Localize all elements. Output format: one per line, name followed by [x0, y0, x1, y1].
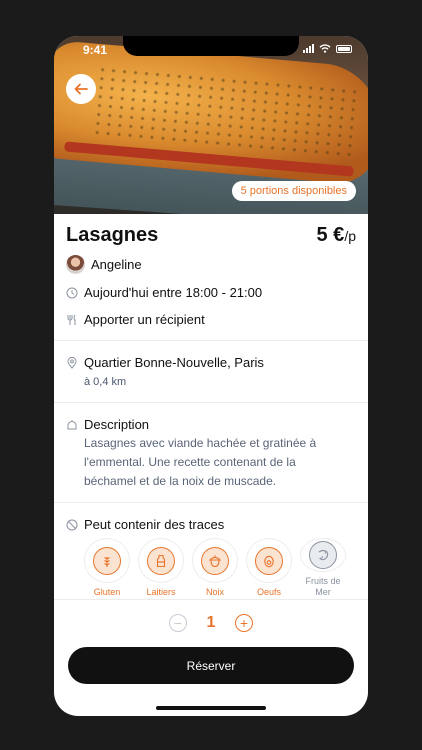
reserve-button[interactable]: Réserver — [68, 647, 354, 684]
allergens-heading-row: Peut contenir des traces — [66, 517, 224, 532]
divider — [54, 502, 368, 503]
price-value: 5 € — [316, 224, 345, 246]
title-row: Lasagnes 5 €/p — [66, 224, 356, 250]
shrimp-icon — [309, 541, 337, 569]
address-row[interactable]: Quartier Bonne-Nouvelle, Paris — [66, 355, 264, 370]
allergen-item: Gluten — [84, 538, 130, 598]
divider — [54, 340, 368, 341]
clock-icon — [66, 287, 78, 299]
dish-cover-icon — [66, 419, 78, 431]
divider — [54, 599, 368, 600]
home-indicator — [156, 706, 266, 710]
prohibited-icon — [66, 519, 78, 531]
allergens-heading: Peut contenir des traces — [84, 517, 225, 532]
allergen-label: Fruits de Mer — [305, 576, 341, 597]
wheat-icon — [93, 546, 121, 575]
wifi-icon — [319, 44, 331, 53]
allergen-list[interactable]: Gluten Laitiers Noix Oeufs Fruits de Mer — [84, 538, 354, 598]
notch — [123, 36, 299, 56]
dish-price: 5 €/p — [317, 224, 357, 247]
quantity-stepper: − 1 + — [169, 613, 253, 633]
status-icons — [303, 44, 352, 53]
battery-icon — [336, 44, 352, 53]
container-row: Apporter un récipient — [66, 312, 205, 327]
signal-icon — [303, 44, 314, 53]
allergen-item: Fruits de Mer — [300, 538, 346, 598]
description-heading: Description — [84, 417, 150, 432]
cook-name: Angeline — [91, 257, 142, 272]
avatar — [66, 255, 85, 274]
milk-icon — [147, 546, 175, 575]
back-button[interactable] — [66, 74, 96, 104]
allergen-label: Laitiers — [146, 587, 176, 597]
quantity-value: 1 — [206, 614, 216, 631]
location-pin-icon — [66, 356, 78, 369]
status-time: 9:41 — [83, 43, 108, 57]
price-unit: /p — [344, 228, 356, 244]
description-heading-row: Description — [66, 417, 149, 432]
egg-icon — [255, 546, 283, 575]
divider — [54, 402, 368, 403]
decrease-button[interactable]: − — [169, 614, 187, 632]
allergen-label: Oeufs — [256, 587, 281, 597]
container-note: Apporter un récipient — [84, 312, 205, 327]
schedule-text: Aujourd'hui entre 18:00 - 21:00 — [84, 285, 263, 300]
allergen-item: Oeufs — [246, 538, 292, 598]
increase-button[interactable]: + — [235, 614, 253, 632]
portions-badge: 5 portions disponibles — [231, 181, 356, 201]
schedule-row: Aujourd'hui entre 18:00 - 21:00 — [66, 285, 262, 300]
arrow-left-icon — [74, 83, 88, 95]
address-text: Quartier Bonne-Nouvelle, Paris — [84, 355, 264, 370]
dish-title: Lasagnes — [66, 224, 159, 246]
cook-row[interactable]: Angeline — [66, 255, 142, 274]
cutlery-icon — [66, 314, 78, 326]
nut-icon — [201, 546, 229, 575]
allergen-label: Gluten — [93, 587, 121, 597]
allergen-item: Laitiers — [138, 538, 184, 598]
description-text: Lasagnes avec viande hachée et gratinée … — [84, 436, 317, 488]
phone-screen: 9:41 5 portions disponibles Lasagnes 5 €… — [54, 36, 368, 716]
allergen-item: Noix — [192, 538, 238, 598]
allergen-label: Noix — [205, 587, 224, 597]
distance-text: à 0,4 km — [84, 376, 127, 388]
